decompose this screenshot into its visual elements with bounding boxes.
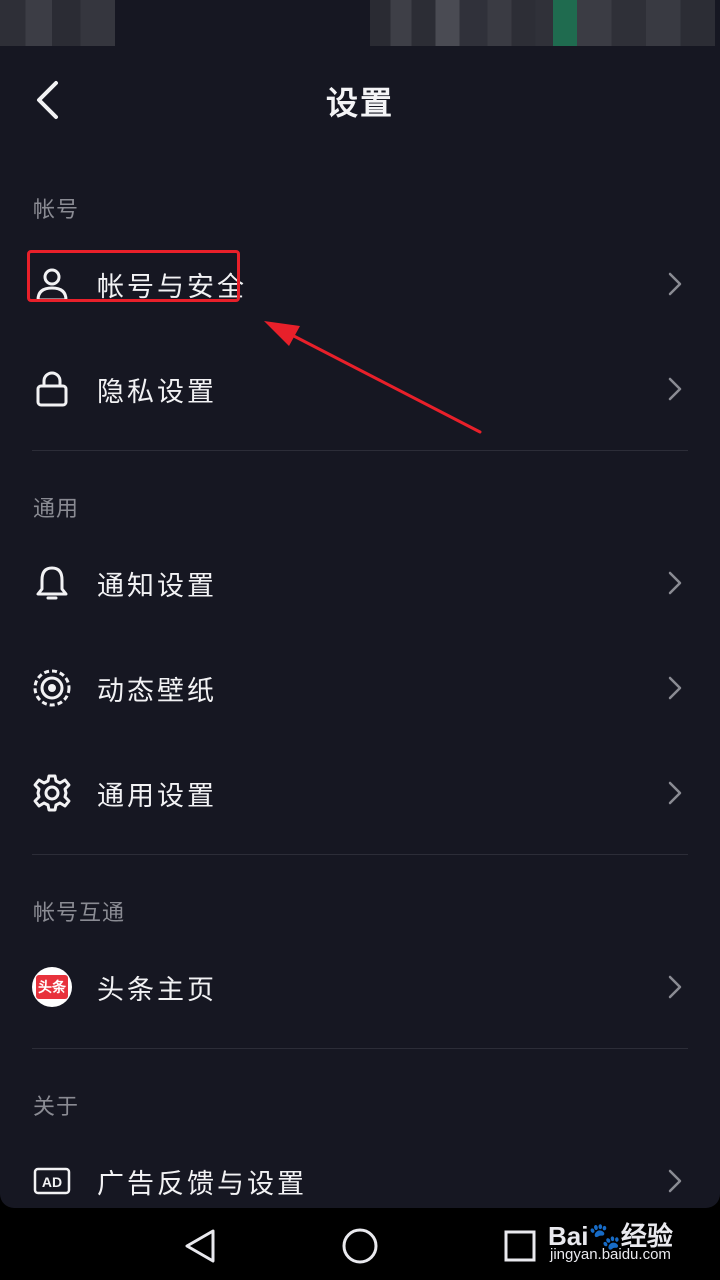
back-triangle-icon	[185, 1229, 215, 1263]
settings-screen: 设置 帐号 帐号与安全 隐私设置 通用 通知设置 动态壁纸 通用设置 帐号互通 …	[0, 0, 720, 1208]
recents-square-icon	[504, 1230, 536, 1262]
nav-back-button[interactable]	[178, 1224, 222, 1268]
watermark-url: jingyan.baidu.com	[550, 1246, 671, 1263]
nav-recents-button[interactable]	[498, 1224, 542, 1268]
baidu-jingyan-watermark: Bai🐾经验 jingyan.baidu.com	[548, 1216, 718, 1266]
home-circle-icon	[342, 1228, 378, 1264]
annotation-arrow	[264, 321, 482, 434]
nav-home-button[interactable]	[338, 1224, 382, 1268]
